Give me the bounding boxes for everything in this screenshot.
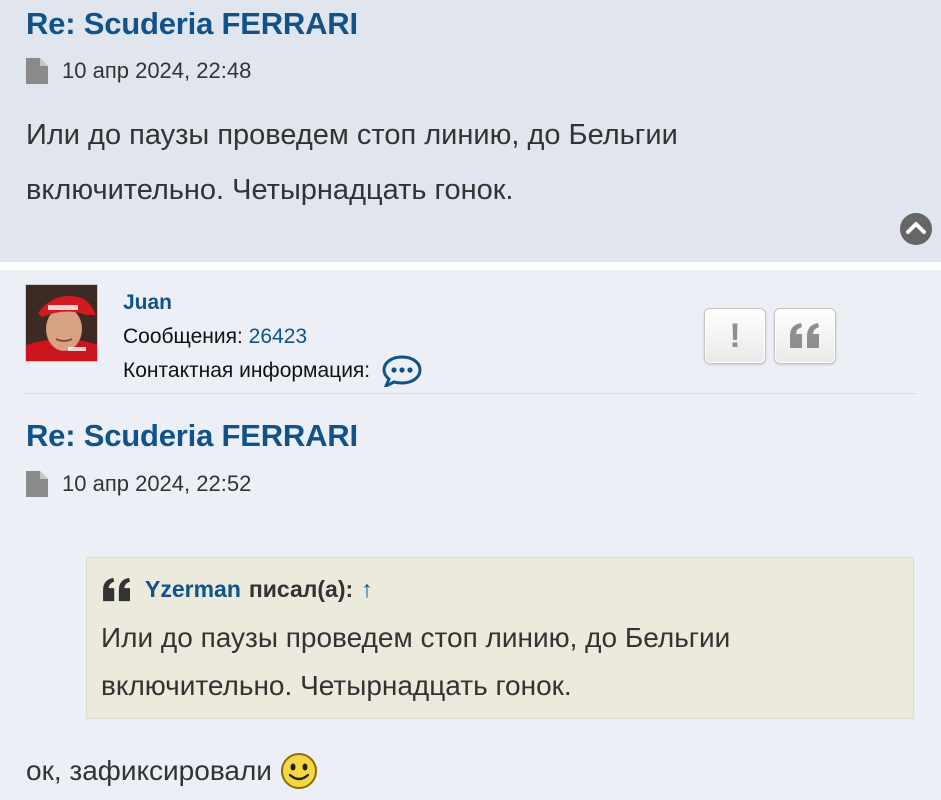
posts-count-link[interactable]: 26423: [249, 325, 307, 348]
report-icon: !: [729, 316, 741, 355]
report-button[interactable]: !: [704, 308, 766, 364]
post-1: Re: Scuderia FERRARI 10 апр 2024, 22:48 …: [0, 0, 941, 262]
back-to-top-icon[interactable]: [900, 213, 932, 245]
post-content-line: Или до паузы проведем стоп линию, до Бел…: [26, 119, 678, 151]
posts-label: Сообщения:: [123, 325, 243, 348]
quote-content: Или до паузы проведем стоп линию, до Бел…: [101, 614, 730, 710]
quote-block: Yzerman писал(а): ↑ Или до паузы проведе…: [86, 557, 914, 719]
quote-header: Yzerman писал(а): ↑: [101, 576, 373, 603]
post-meta: 10 апр 2024, 22:52: [26, 471, 251, 497]
smiley-icon: [280, 753, 317, 789]
reply-text: ок, зафиксировали: [26, 755, 272, 786]
post-date: 10 апр 2024, 22:52: [62, 471, 252, 496]
contact-label: Контактная информация:: [123, 359, 371, 382]
quote-icon: [103, 577, 130, 601]
post-content: Или до паузы проведем стоп линию, до Бел…: [26, 108, 678, 218]
quote-icon: [790, 323, 819, 348]
quote-content-line: Или до паузы проведем стоп линию, до Бел…: [101, 622, 731, 653]
post-title-link[interactable]: Re: Scuderia FERRARI: [26, 418, 358, 454]
quote-source-link[interactable]: ↑: [361, 576, 373, 603]
file-icon: [26, 58, 48, 84]
quote-content-line: включительно. Четырнадцать гонок.: [101, 670, 572, 701]
post-content-line: включительно. Четырнадцать гонок.: [26, 174, 514, 206]
post-divider: [24, 393, 917, 394]
author-username-link[interactable]: Juan: [123, 291, 172, 314]
avatar[interactable]: [25, 284, 98, 362]
post-date: 10 апр 2024, 22:48: [62, 58, 252, 83]
contact-bubble-icon[interactable]: [382, 355, 422, 388]
quote-wrote-label: писал(а):: [248, 576, 354, 602]
post-meta: 10 апр 2024, 22:48: [26, 58, 251, 84]
reply-content: ок, зафиксировали: [26, 752, 318, 790]
author-profile: Juan Сообщения: 26423 Контактная информа…: [123, 286, 422, 388]
post-2: Juan Сообщения: 26423 Контактная информа…: [0, 270, 941, 800]
post-title-link[interactable]: Re: Scuderia FERRARI: [26, 6, 358, 42]
quote-button[interactable]: [774, 308, 836, 364]
file-icon: [26, 471, 48, 497]
quote-author-link[interactable]: Yzerman: [145, 576, 241, 603]
